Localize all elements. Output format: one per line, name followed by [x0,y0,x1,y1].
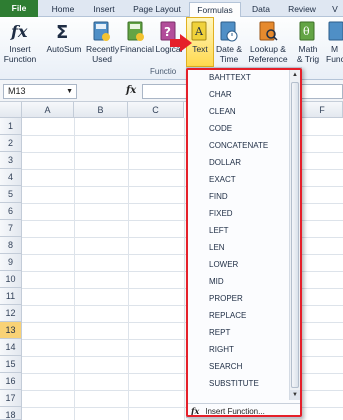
gridline [74,118,75,420]
svg-text:Σ: Σ [56,22,68,43]
column-header-a[interactable]: A [22,102,74,118]
more-functions-label: M Func [326,44,343,64]
column-header-f[interactable]: F [302,102,343,118]
date-time-label: Date & Time [216,44,242,64]
financial-label: Financial [120,44,155,54]
svg-text:θ: θ [303,25,310,38]
pointer-arrow-icon [170,34,192,52]
svg-text:A: A [194,25,204,38]
name-box[interactable]: M13 ▼ [3,84,77,99]
column-header-b[interactable]: B [74,102,128,118]
book-theta-icon: θ [299,21,315,41]
row-header-18[interactable]: 18 [0,407,22,420]
row-header-12[interactable]: 12 [0,305,22,322]
row-header-13[interactable]: 13 [0,322,22,339]
row-header-1[interactable]: 1 [0,118,22,135]
lookup-reference-label: Lookup & Reference [248,44,288,64]
row-header-17[interactable]: 17 [0,390,22,407]
row-header-10[interactable]: 10 [0,271,22,288]
insert-function-label: Insert Function [3,44,37,64]
svg-text:fx: fx [10,22,28,41]
tab-data[interactable]: Data [246,2,276,17]
tab-view[interactable]: V [328,2,342,17]
row-header-3[interactable]: 3 [0,152,22,169]
fx-icon[interactable]: fx [126,85,136,96]
row-header-4[interactable]: 4 [0,169,22,186]
date-time-button[interactable]: Date & Time [214,18,244,64]
insert-function-button[interactable]: fx Insert Function [2,18,38,64]
tab-home[interactable]: Home [46,2,80,17]
row-header-8[interactable]: 8 [0,237,22,254]
highlight-frame [186,68,302,417]
autosum-label: AutoSum [46,44,82,54]
tab-formulas[interactable]: Formulas [189,2,241,18]
gridline [184,118,185,420]
book-money-icon [127,21,144,41]
row-header-11[interactable]: 11 [0,288,22,305]
tab-review[interactable]: Review [282,2,322,17]
tab-file[interactable]: File [0,0,38,17]
row-header-6[interactable]: 6 [0,203,22,220]
autosum-button[interactable]: Σ AutoSum [42,18,86,54]
recently-used-button[interactable]: Recently Used [86,18,120,64]
math-trig-button[interactable]: θ Math & Trig [292,18,324,64]
gridline [128,118,129,420]
recently-used-label: Recently Used [86,44,120,64]
name-box-value: M13 [8,86,26,96]
fx-icon: fx [10,22,28,41]
book-star-icon [93,21,110,41]
financial-button[interactable]: Financial [120,18,155,54]
text-label: Text [192,44,208,54]
ribbon-tabs: File Home Insert Page Layout Formulas Da… [0,0,343,18]
tab-page-layout[interactable]: Page Layout [128,2,186,17]
book-clock-icon [220,21,238,42]
row-header-15[interactable]: 15 [0,356,22,373]
chevron-down-icon[interactable]: ▼ [66,85,73,98]
math-trig-label: Math & Trig [296,44,320,64]
column-header-c[interactable]: C [128,102,184,118]
row-header-5[interactable]: 5 [0,186,22,203]
row-header-16[interactable]: 16 [0,373,22,390]
book-magnifier-icon [259,21,278,41]
row-header-7[interactable]: 7 [0,220,22,237]
function-library-group-label: Functio [150,67,177,76]
more-functions-button[interactable]: M Func [326,18,343,64]
sigma-icon: Σ [56,22,68,43]
tab-insert[interactable]: Insert [86,2,122,17]
lookup-reference-button[interactable]: Lookup & Reference [246,18,290,64]
select-all-corner[interactable] [0,102,22,118]
row-header-9[interactable]: 9 [0,254,22,271]
row-header-2[interactable]: 2 [0,135,22,152]
book-text-icon: A [191,21,207,41]
row-header-14[interactable]: 14 [0,339,22,356]
book-more-icon [328,21,343,41]
